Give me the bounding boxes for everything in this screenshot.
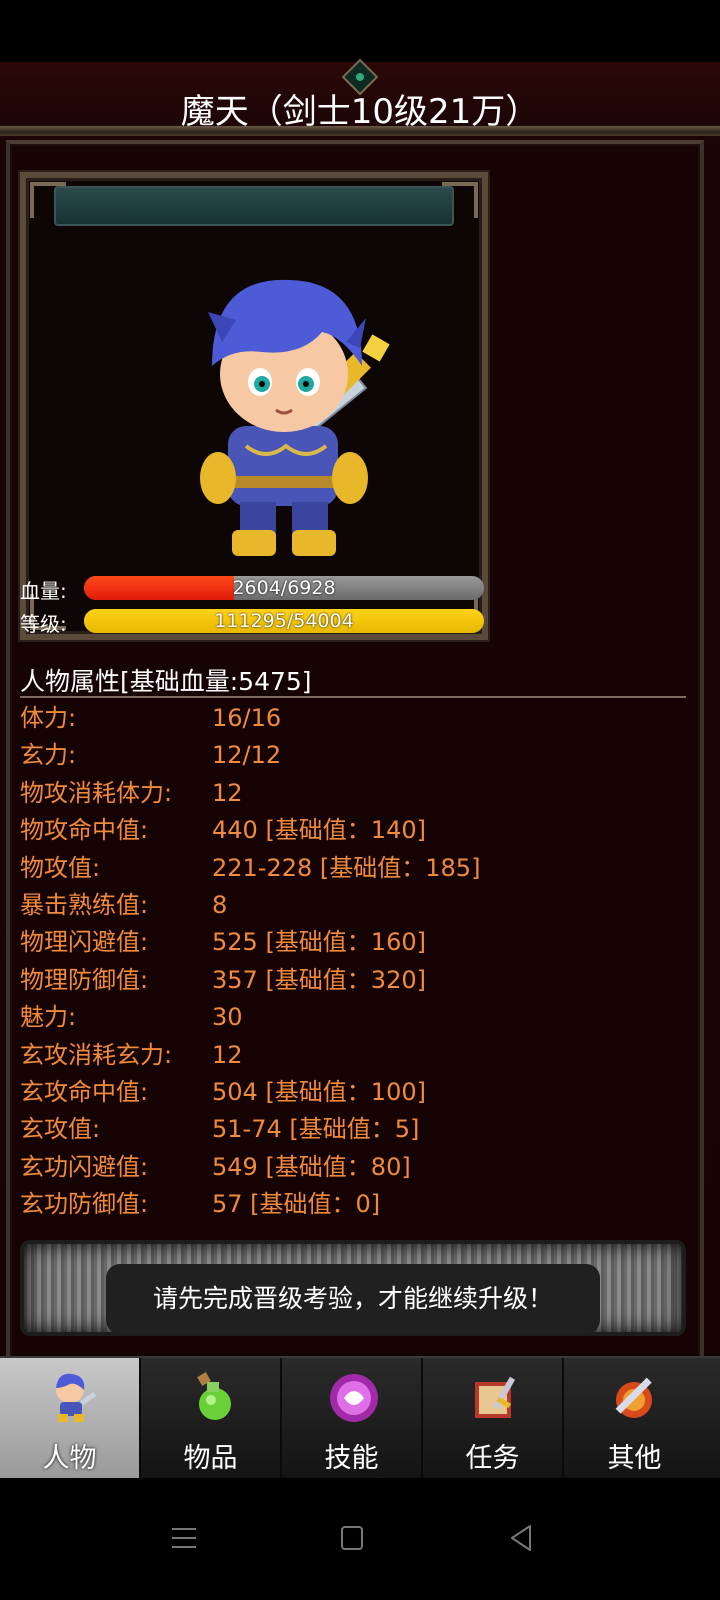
- character-avatar: [200, 279, 390, 556]
- level-label: 等级:: [20, 612, 67, 636]
- level-bar: 111295/54004: [84, 609, 484, 633]
- attribute-value: 504 [基础值：100]: [212, 1077, 426, 1106]
- nav-tab-items[interactable]: 物品: [141, 1358, 282, 1478]
- attribute-value: 12/12: [212, 741, 282, 770]
- attribute-name: 玄攻消耗玄力:: [20, 1040, 173, 1069]
- attribute-value: 16/16: [212, 704, 282, 732]
- attribute-name: 物理闪避值:: [20, 928, 149, 957]
- attribute-value: 357 [基础值：320]: [212, 965, 426, 994]
- title-ornament: [0, 126, 720, 136]
- attribute-name: 体力:: [20, 704, 77, 732]
- attributes-header: 人物属性[基础血量:5475]: [20, 667, 312, 696]
- attribute-row: 玄力: 12/12: [20, 737, 700, 774]
- attribute-row: 物攻命中值: 440 [基础值：140]: [20, 812, 700, 849]
- attribute-name: 玄攻值:: [20, 1115, 101, 1144]
- attribute-name: 玄力:: [20, 741, 77, 770]
- nav-tab-other[interactable]: 其他: [564, 1358, 705, 1478]
- attribute-row: 玄功防御值: 57 [基础值：0]: [20, 1186, 700, 1223]
- attribute-row: 暴击熟练值: 8: [20, 887, 700, 924]
- attribute-name: 魅力:: [20, 1003, 77, 1032]
- attribute-value: 525 [基础值：160]: [212, 928, 426, 957]
- attribute-row: 体力: 16/16: [20, 700, 700, 737]
- system-nav-bar: [0, 1478, 720, 1600]
- nav-tab-label: 人物: [42, 1443, 97, 1474]
- attribute-value: 440 [基础值：140]: [212, 816, 426, 845]
- status-bar: [0, 0, 720, 62]
- frame-corner: [442, 182, 478, 218]
- attribute-name: 玄功闪避值:: [20, 1152, 149, 1181]
- attribute-row: 魅力: 30: [20, 999, 700, 1036]
- attribute-value: 549 [基础值：80]: [212, 1152, 411, 1181]
- back-icon[interactable]: [502, 1518, 542, 1558]
- attribute-row: 物理防御值: 357 [基础值：320]: [20, 962, 700, 999]
- attribute-name: 物攻消耗体力:: [20, 778, 173, 807]
- hp-label: 血量:: [20, 579, 67, 603]
- toast-message: 请先完成晋级考验，才能继续升级！: [106, 1264, 600, 1334]
- attribute-value: 30: [212, 1003, 243, 1032]
- attribute-value: 12: [212, 1040, 243, 1069]
- hp-value: 2604/6928: [232, 577, 336, 599]
- attribute-name: 物理防御值:: [20, 965, 149, 994]
- quest-book-icon: [475, 1376, 516, 1418]
- skill-orb-icon: [330, 1374, 378, 1422]
- attributes-list: 体力: 16/16 玄力: 12/12 物攻消耗体力: 12 物攻命中值: 44…: [20, 700, 700, 1223]
- attribute-name: 物攻值:: [20, 853, 101, 882]
- potion-icon: [197, 1372, 231, 1420]
- attribute-value: 51-74 [基础值：5]: [212, 1115, 420, 1144]
- attribute-row: 玄攻命中值: 504 [基础值：100]: [20, 1074, 700, 1111]
- attribute-row: 玄功闪避值: 549 [基础值：80]: [20, 1149, 700, 1186]
- menu-icon[interactable]: [164, 1518, 204, 1558]
- nav-tab-label: 物品: [183, 1443, 238, 1474]
- attribute-name: 物攻命中值:: [20, 816, 149, 845]
- attribute-row: 物攻消耗体力: 12: [20, 775, 700, 812]
- portrait-frame: [20, 172, 488, 640]
- attribute-value: 221-228 [基础值：185]: [212, 853, 481, 882]
- nav-tab-label: 技能: [324, 1443, 379, 1474]
- attribute-name: 暴击熟练值:: [20, 890, 149, 919]
- attribute-value: 57 [基础值：0]: [212, 1190, 381, 1219]
- attributes-divider: [20, 696, 686, 698]
- frame-corner: [30, 182, 66, 218]
- nav-tab-quests[interactable]: 任务: [423, 1358, 564, 1478]
- attribute-name: 玄功防御值:: [20, 1190, 149, 1219]
- home-icon[interactable]: [332, 1518, 372, 1558]
- attribute-name: 玄攻命中值:: [20, 1077, 149, 1106]
- title-bar: 魔天（剑士10级21万）: [0, 58, 720, 142]
- attribute-row: 物攻值: 221-228 [基础值：185]: [20, 850, 700, 887]
- bottom-nav: 人物 物品 技能 任务 其他: [0, 1356, 720, 1478]
- attribute-value: 12: [212, 778, 243, 807]
- attribute-row: 玄攻值: 51-74 [基础值：5]: [20, 1111, 700, 1148]
- nav-tab-label: 任务: [465, 1443, 520, 1474]
- attribute-row: 物理闪避值: 525 [基础值：160]: [20, 924, 700, 961]
- nav-tab-character[interactable]: 人物: [0, 1358, 141, 1478]
- hp-bar: 2604/6928: [84, 576, 484, 600]
- attribute-row: 玄攻消耗玄力: 12: [20, 1037, 700, 1074]
- attribute-value: 8: [212, 890, 228, 919]
- level-value: 111295/54004: [214, 610, 354, 632]
- portrait-banner: [54, 186, 454, 226]
- character-icon: [56, 1373, 97, 1422]
- sword-shield-icon: [615, 1377, 652, 1418]
- nav-tab-label: 其他: [607, 1443, 662, 1474]
- nav-tab-skills[interactable]: 技能: [282, 1358, 423, 1478]
